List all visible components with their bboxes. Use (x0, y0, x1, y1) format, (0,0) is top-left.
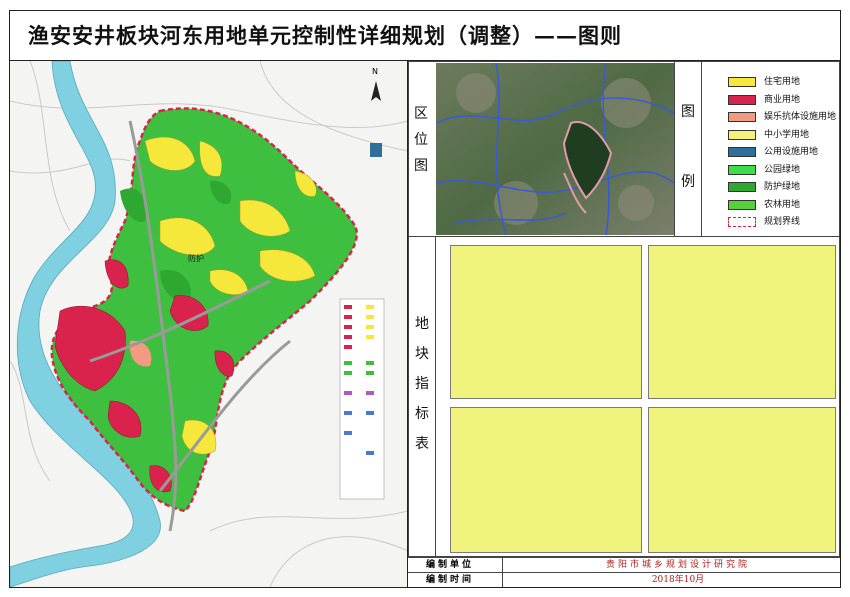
legend-swatch (728, 217, 756, 227)
footer-unit-row: 编制单位 贵阳市城乡规划设计研究院 (408, 557, 840, 572)
legend-swatch (728, 182, 756, 192)
legend-swatch (728, 94, 756, 105)
legend-label: 图 例 (681, 104, 695, 190)
legend-swatch (728, 199, 756, 210)
legend-item: 防护绿地 (728, 180, 801, 194)
indicator-label: 地 块 指 标 表 (415, 316, 429, 452)
legend-label-text: 防护绿地 (764, 182, 801, 192)
drawing-frame: 渔安安井板块河东用地单元控制性详细规划（调整）——图则 N 防护 区 位 图 图… (9, 10, 841, 588)
legend-swatch (728, 129, 756, 140)
legend-label-text: 住宅用地 (764, 77, 801, 87)
reservoir-marker (370, 143, 382, 157)
legend-swatch (728, 164, 756, 175)
footer-time-row: 编制时间 2018年10月 (408, 572, 840, 587)
indicator-table-2 (648, 245, 836, 399)
legend-label-text: 商业用地 (764, 94, 801, 105)
indicator-table-1 (450, 245, 642, 399)
legend-swatch (728, 147, 756, 157)
indicator-table-3 (450, 407, 642, 553)
legend-swatch (728, 112, 756, 122)
legend-label-text: 公用设施用地 (764, 147, 819, 157)
legend-label-text: 娱乐抗体设施用地 (764, 112, 837, 122)
page-title: 渔安安井板块河东用地单元控制性详细规划（调整）——图则 (10, 11, 840, 61)
legend-item: 规划界线 (728, 215, 801, 229)
info-panel: 区 位 图 图 例 住宅用地 商业用地 娱乐抗体设施用地 中小学用地 公用设施用… (408, 61, 840, 587)
map-canvas (10, 61, 407, 587)
legend-item: 公用设施用地 (728, 145, 819, 159)
location-satellite-map[interactable] (436, 63, 674, 235)
legend-item: 农林用地 (728, 198, 801, 212)
time-value: 2018年10月 (651, 575, 705, 585)
legend-item: 娱乐抗体设施用地 (728, 110, 837, 124)
legend-item: 公园绿地 (728, 163, 801, 177)
legend-label-text: 中小学用地 (764, 129, 810, 140)
north-label: N (372, 67, 378, 76)
indicator-table-4 (648, 407, 836, 553)
unit-value: 贵阳市城乡规划设计研究院 (605, 560, 750, 570)
legend-label-text: 公园绿地 (764, 164, 801, 175)
district-label: 防护 (188, 254, 204, 263)
legend-label-text: 规划界线 (764, 217, 801, 227)
legend-item: 中小学用地 (728, 128, 810, 142)
legend-item: 住宅用地 (728, 75, 801, 89)
legend-label-text: 农林用地 (764, 199, 801, 210)
land-use-map[interactable]: N 防护 (10, 61, 408, 587)
location-label: 区 位 图 (414, 106, 428, 174)
legend-item: 商业用地 (728, 93, 801, 107)
legend-swatch (728, 77, 756, 87)
